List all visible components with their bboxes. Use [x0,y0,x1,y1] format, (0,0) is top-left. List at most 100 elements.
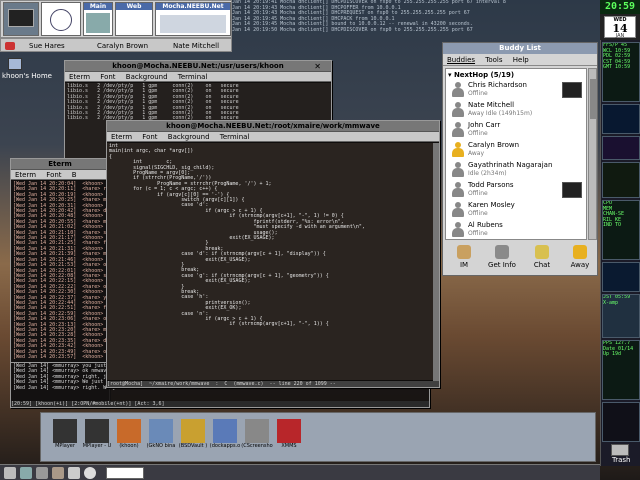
pager-cell-desktop-2[interactable] [41,2,81,36]
pager-cell-main[interactable]: Main [83,2,113,36]
buddy-name: Karen Mosley [468,201,515,209]
browser-launch-icon[interactable] [36,467,48,479]
app-icon [53,419,77,443]
run-command-input[interactable] [106,467,144,479]
buddy-group-header[interactable]: ▾ NextHop (5/19) [446,69,586,80]
menu-background[interactable]: Background [168,133,210,141]
volume-dockapp[interactable] [602,402,640,442]
terminal-title[interactable]: Eterm [11,159,109,170]
mem-monitor [602,136,640,160]
im-button[interactable]: IM [445,243,483,275]
terminal-launch-icon[interactable] [20,467,32,479]
buddy-row[interactable]: Nate Mitchell Away Idle (149h15m) [446,100,586,120]
user-name[interactable]: Caralyn Brown [97,42,148,50]
world-clock-dockapp: FFS/P 45 WCL 10:59 PDL 02:59 CST 04:59 GMT 1… [602,42,640,102]
x-amp-dockapp[interactable]: JST 05:59 X-amp [602,294,640,338]
close-icon[interactable]: ✕ [314,62,321,71]
taskbar-item[interactable]: (dockapps.o [209,419,241,457]
terminal-statusbar: [root@Mocha] ~/xmaire/work/mmwave : C (m… [107,381,439,387]
menu-help[interactable]: Help [513,56,529,64]
buddy-group-label: NextHop (5/19) [453,71,515,79]
get-info-button[interactable]: Get Info [483,243,521,275]
menu-background[interactable]: B [72,171,77,179]
buddy-list-window[interactable]: Buddy List Buddies Tools Help ▾ NextHop … [442,42,598,276]
clock-time: 20:59 [600,0,640,14]
calendar: WED 14 JAN [604,16,636,39]
channel-dockapp: CPU MEM CHAN-SE RIL KE IND TO [602,200,640,260]
user-name[interactable]: Sue Hares [29,42,65,50]
buddy-row[interactable]: Todd Parsons Offline [446,180,586,200]
menu-eterm[interactable]: Eterm [15,171,36,179]
taskbar-item[interactable]: (BSDVault ) [177,419,209,457]
user-icon [5,42,15,50]
home-folder-icon[interactable] [8,58,22,70]
taskbar-item[interactable]: MPlayer - U [81,419,113,457]
get-info-label: Get Info [488,261,516,269]
menu-eterm[interactable]: Eterm [69,73,90,81]
terminal-title[interactable]: khoon@Mocha.NEEBU.Net:/root/xmaire/work/… [107,121,439,132]
dock-line: X-amp [603,299,619,306]
menu-eterm[interactable]: Eterm [111,133,132,141]
menu-terminal[interactable]: Terminal [220,133,250,141]
buddy-person-icon [452,102,464,118]
taskbar-item[interactable]: (khoon) [113,419,145,457]
trash-icon[interactable] [611,444,629,456]
taskbar-label: MPlayer [55,443,75,449]
taskbar-item[interactable]: (GkNO bina [145,419,177,457]
buddy-list-title[interactable]: Buddy List [443,43,597,54]
files-launch-icon[interactable] [52,467,64,479]
pager-cell-desktop-1[interactable] [3,2,39,36]
taskbar-label: (dockapps.o [209,443,241,449]
buddy-row[interactable]: Chris Richardson Offline [446,80,586,100]
buddy-status: Idle (2h34m) [468,170,507,177]
buddy-row[interactable]: Caralyn Brown Away [446,140,586,160]
im-label: IM [459,261,469,269]
terminal-title[interactable]: khoon@Mocha.NEEBU.Net:/usr/users/khoon [65,61,331,72]
chat-line: [Wed Jan 14 20:23:57] <khoon> right [13,354,109,360]
buddy-row[interactable]: Gayathrinath Nagarajan Idle (2h34m) [446,160,586,180]
desktop-pager[interactable]: Main Web Mocha.NEEBU.Net [0,0,232,38]
terminal-scrollbar[interactable] [433,143,439,387]
buddy-list-scrollbar[interactable] [588,68,597,240]
buddy-row[interactable]: John Carr Offline [446,120,586,140]
user-name[interactable]: Nate Mitchell [173,42,219,50]
menu-font[interactable]: Font [142,133,157,141]
buddy-tree[interactable]: ▾ NextHop (5/19) Chris Richardson Offline… [445,68,587,240]
terminal-line: if (strncmp(argv[c+1], "-", 1)) { [109,321,329,328]
menu-buddies[interactable]: Buddies [447,56,475,64]
menu-background[interactable]: Background [126,73,168,81]
taskbar-item[interactable]: MPlayer [49,419,81,457]
dock-line: Up 19d [603,351,622,358]
buddy-person-icon [452,202,464,218]
buddy-status: Offline [468,230,488,237]
terminal-window-front[interactable]: khoon@Mocha.NEEBU.Net:/root/xmaire/work/… [106,120,440,388]
pager-cell-host[interactable]: Mocha.NEEBU.Net [155,2,231,36]
terminal-menubar: Eterm Font Background Terminal [65,72,331,82]
menu-font[interactable]: Font [46,171,61,179]
away-button[interactable]: Away [561,243,599,275]
chat-icon [535,245,549,259]
menu-font[interactable]: Font [100,73,115,81]
help-icon[interactable] [84,467,96,479]
buddy-row[interactable]: Al Rubens Offline [446,220,586,239]
taskbar-item[interactable]: XMMS [273,419,305,457]
pager-cell-title: Web [116,3,152,10]
scrollbar-thumb[interactable] [590,79,596,119]
chat-button[interactable]: Chat [523,243,561,275]
away-icon [573,245,587,259]
menu-tools[interactable]: Tools [485,56,502,64]
terminal-output[interactable]: int main(int argc, char *argv[]){ int c; … [107,143,433,380]
dockapp-column: FFS/P 45 WCL 10:59 PDL 02:59 CST 04:59 GMT 1… [600,40,640,466]
trash-label[interactable]: Trash [612,456,631,464]
dock-line: GMT 10:59 [603,64,631,71]
menu-icon[interactable] [4,467,16,479]
buddy-name: John Carr [468,121,501,129]
log-line: Jan 14 20:19:50 Mocha dhclient[] DHCPDIS… [232,26,473,33]
desktop-log: Jan 14 20:19:41 Mocha dhclient[] DHCPDIS… [232,0,600,36]
buddy-row[interactable]: Karen Mosley Offline [446,200,586,220]
home-folder-label[interactable]: khoon's Home [2,72,52,80]
taskbar-item[interactable]: (CScreensho [241,419,273,457]
pager-cell-web[interactable]: Web [115,2,153,36]
menu-terminal[interactable]: Terminal [178,73,208,81]
lock-icon[interactable] [68,467,80,479]
